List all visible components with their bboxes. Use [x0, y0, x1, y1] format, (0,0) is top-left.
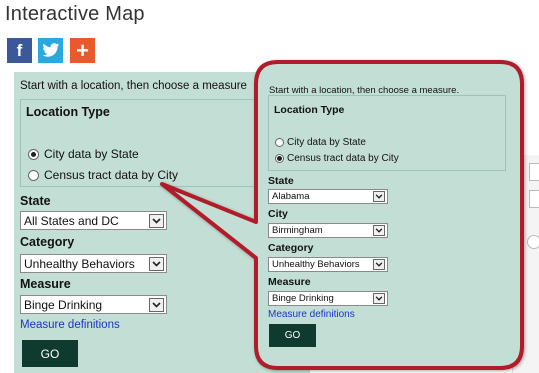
- zoom-radio-city-data-by-state[interactable]: City data by State: [275, 137, 366, 148]
- chevron-down-icon[interactable]: [373, 225, 385, 236]
- zoom-category-select[interactable]: Unhealthy Behaviors: [268, 257, 388, 272]
- zoom-radio-city-label: City data by State: [287, 137, 366, 148]
- radio-button[interactable]: [275, 138, 284, 147]
- zoom-radio-census-tract-by-city[interactable]: Census tract data by City: [275, 153, 399, 164]
- zoom-category-label: Category: [268, 242, 314, 254]
- zoom-measure-select[interactable]: Binge Drinking: [268, 291, 388, 306]
- zoom-city-select[interactable]: Birmingham: [268, 223, 388, 238]
- chevron-down-icon[interactable]: [373, 259, 385, 270]
- zoom-radio-census-label: Census tract data by City: [287, 153, 399, 164]
- zoom-location-type-label: Location Type: [274, 104, 345, 116]
- chevron-down-icon[interactable]: [373, 191, 385, 202]
- zoomed-selector-panel: Start with a location, then choose a mea…: [263, 70, 514, 360]
- zoom-state-label: State: [268, 175, 294, 187]
- zoom-measure-label: Measure: [268, 276, 311, 288]
- zoom-city-value: Birmingham: [272, 225, 323, 236]
- zoom-state-value: Alabama: [272, 191, 310, 202]
- chevron-down-icon[interactable]: [373, 293, 385, 304]
- zoom-measure-definitions-link[interactable]: Measure definitions: [268, 309, 355, 320]
- zoom-category-value: Unhealthy Behaviors: [272, 259, 360, 270]
- radio-button-selected[interactable]: [275, 154, 284, 163]
- zoom-state-select[interactable]: Alabama: [268, 189, 388, 204]
- zoom-go-button[interactable]: GO: [269, 324, 316, 347]
- zoom-measure-value: Binge Drinking: [272, 293, 334, 304]
- zoom-city-label: City: [268, 208, 288, 220]
